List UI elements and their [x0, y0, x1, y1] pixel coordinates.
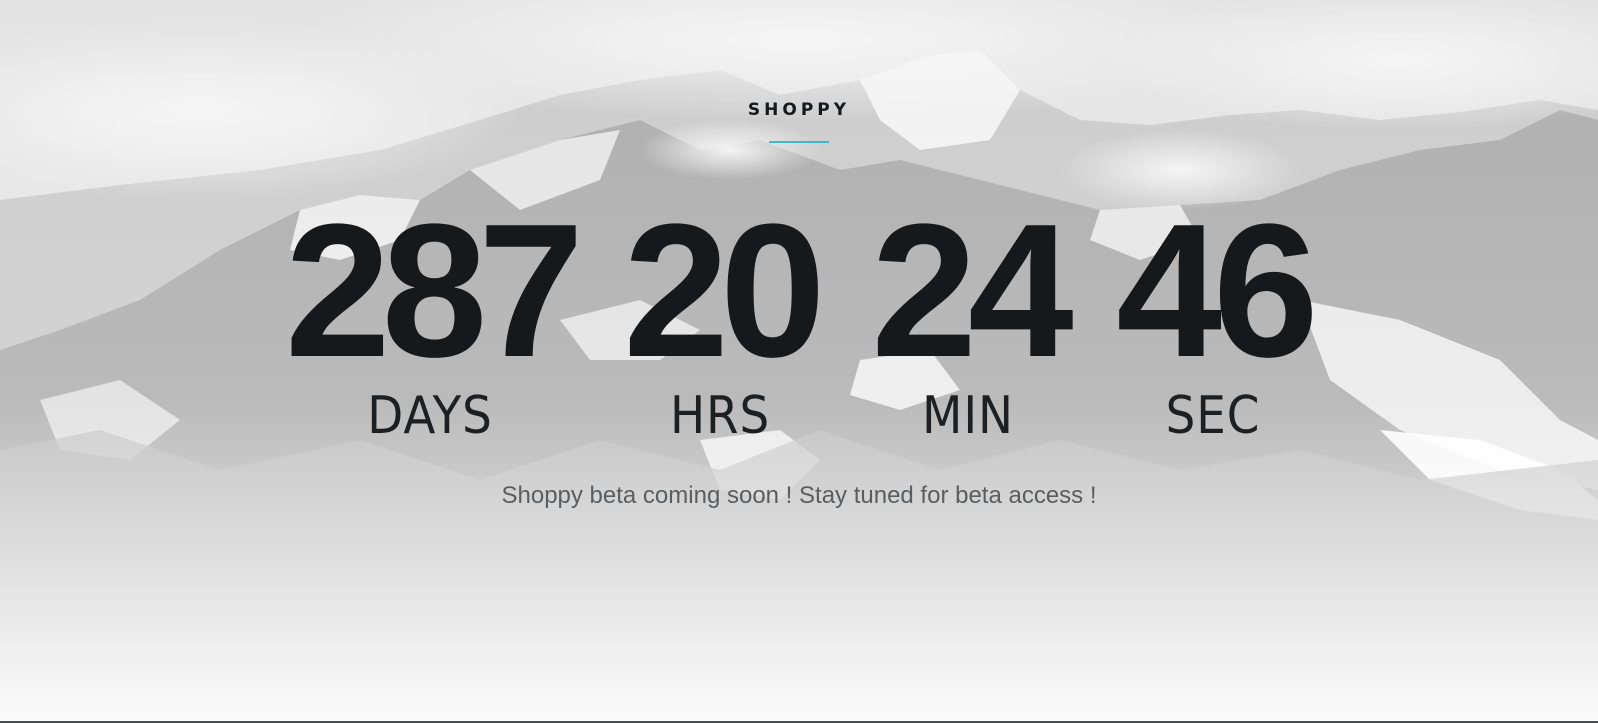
- brand-underline-divider: [769, 141, 829, 143]
- days-label: DAYS: [367, 386, 493, 446]
- seconds-value: 46: [1116, 185, 1318, 397]
- tagline-text: Shoppy beta coming soon ! Stay tuned for…: [501, 482, 1097, 509]
- countdown-hours: 20 HRS: [620, 185, 825, 446]
- hours-label: HRS: [669, 386, 771, 446]
- seconds-label: SEC: [1165, 386, 1261, 446]
- minutes-label: MIN: [922, 386, 1014, 446]
- minutes-value: 24: [871, 185, 1073, 397]
- countdown-days: 287 DAYS: [280, 185, 584, 446]
- countdown-seconds: 46 SEC: [1113, 185, 1318, 446]
- countdown-timer: 287 DAYS 20 HRS 24 MIN 46 SEC: [0, 185, 1598, 446]
- coming-soon-page: SHOPPY 287 DAYS 20 HRS 24 MIN 46 SEC Sho…: [0, 0, 1598, 723]
- countdown-minutes: 24 MIN: [868, 185, 1073, 446]
- days-value: 287: [284, 185, 584, 397]
- brand-logo-text: SHOPPY: [747, 100, 851, 120]
- hours-value: 20: [623, 185, 825, 397]
